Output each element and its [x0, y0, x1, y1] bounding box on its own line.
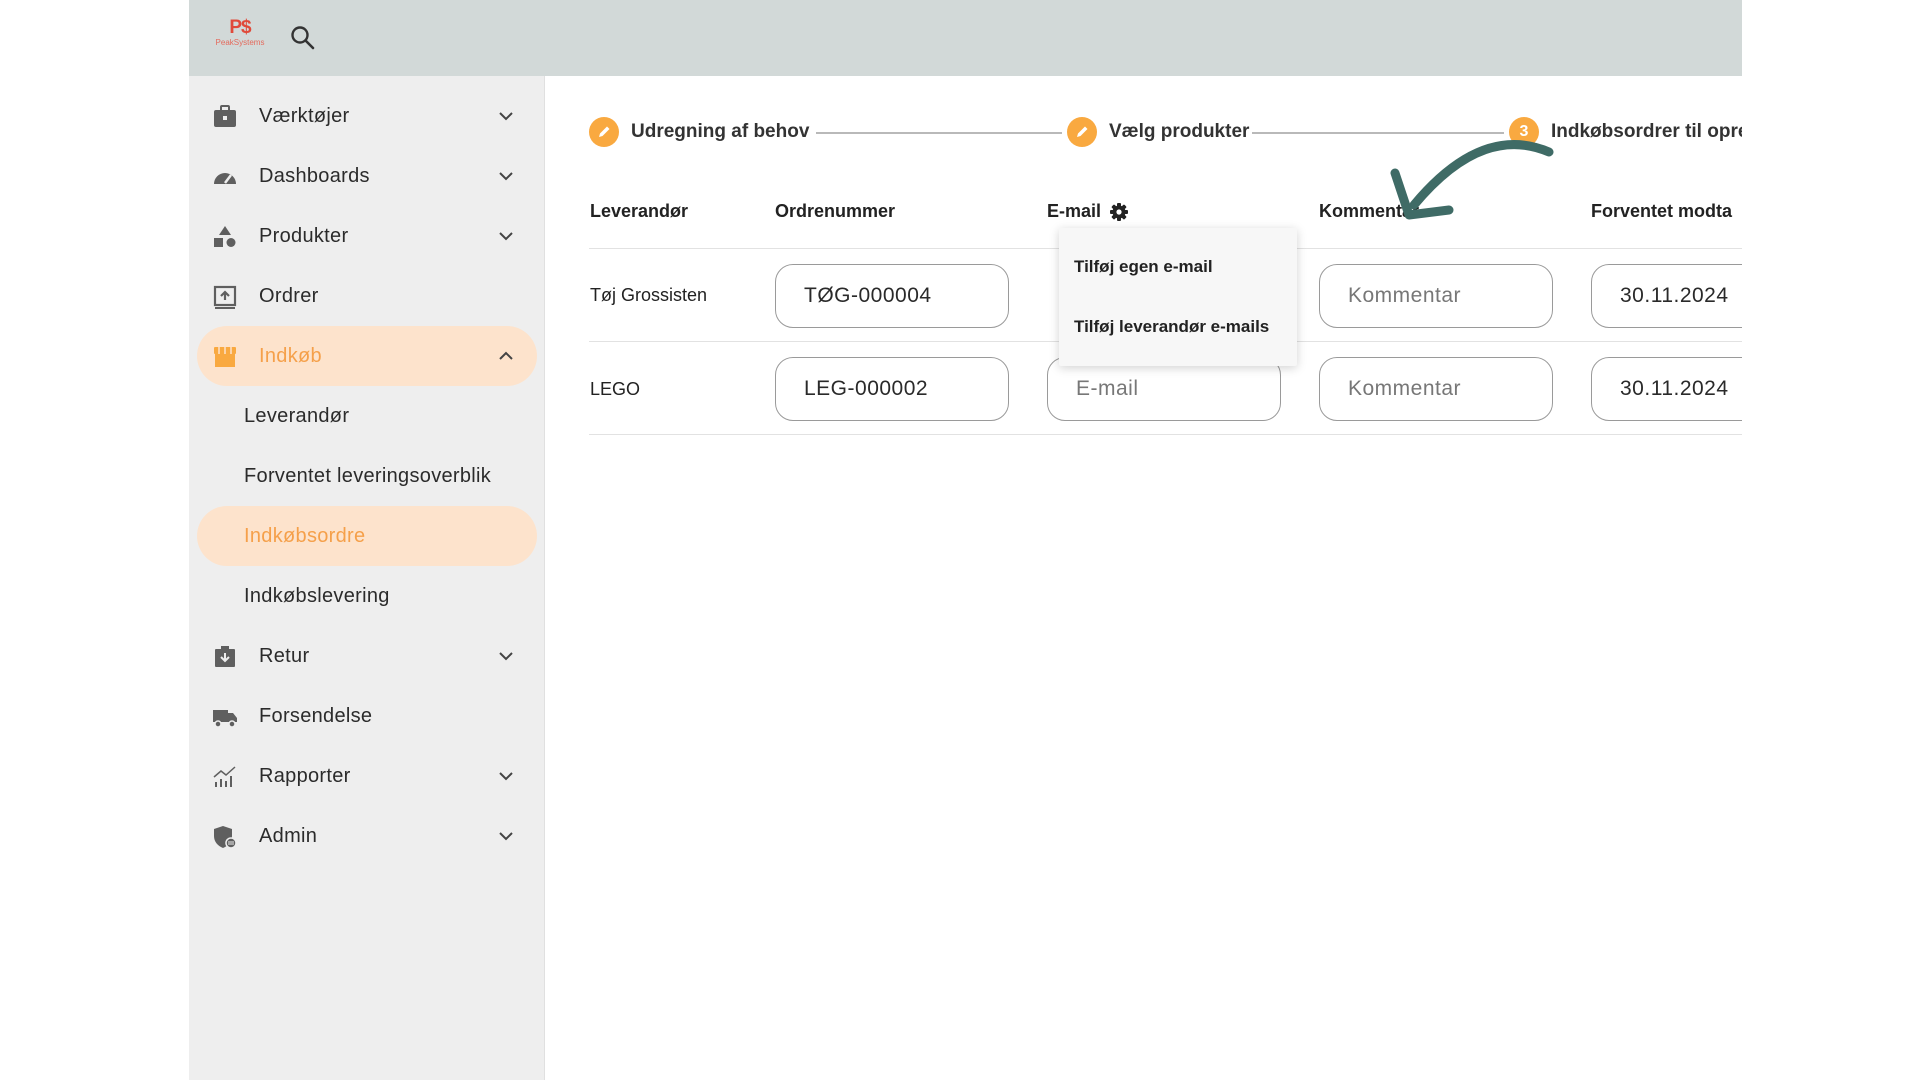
- app-window: P$ PeakSystems Værktøjer Dashboards Prod…: [189, 0, 1742, 1080]
- sidebar-item-rapporter[interactable]: Rapporter: [197, 746, 537, 806]
- column-header-ordrenummer: Ordrenummer: [775, 201, 896, 221]
- sidebar-subitem-indkobsordre[interactable]: Indkøbsordre: [197, 506, 537, 566]
- gear-icon[interactable]: [1109, 202, 1129, 222]
- sidebar-item-label: Indkøb: [259, 345, 322, 367]
- logo-mark: P$: [229, 17, 251, 38]
- sidebar-item-label: Dashboards: [259, 165, 370, 187]
- sidebar-subitem-label: Leverandør: [244, 405, 350, 427]
- chevron-up-icon: [499, 351, 513, 360]
- cell-supplier: Tøj Grossisten: [590, 285, 708, 305]
- sidebar: Værktøjer Dashboards Produkter Ordrer In…: [189, 76, 545, 1080]
- sidebar-item-label: Produkter: [259, 225, 349, 247]
- step-label: Indkøbsordrer til opret: [1551, 121, 1742, 142]
- sidebar-item-label: Admin: [259, 825, 318, 847]
- step-label: Vælg produkter: [1109, 121, 1250, 142]
- step-vaelg-produkter[interactable]: Vælg produkter: [1067, 117, 1249, 147]
- chevron-down-icon: [499, 772, 513, 781]
- comment-input[interactable]: [1319, 357, 1553, 421]
- return-box-icon: [215, 646, 235, 667]
- shield-icon: [214, 826, 237, 849]
- chevron-down-icon: [499, 652, 513, 661]
- column-header-email: E-mail: [1047, 201, 1102, 221]
- sidebar-item-label: Værktøjer: [259, 105, 350, 127]
- menu-item-add-supplier-emails[interactable]: Tilføj leverandør e-mails: [1059, 299, 1297, 355]
- expected-date-input[interactable]: [1591, 357, 1742, 421]
- sidebar-item-label: Forsendelse: [259, 705, 373, 727]
- chevron-down-icon: [499, 172, 513, 181]
- expected-date-input[interactable]: [1591, 264, 1742, 328]
- top-bar: P$ PeakSystems: [189, 0, 1742, 76]
- chevron-down-icon: [499, 232, 513, 241]
- sidebar-subitem-leverandor[interactable]: Leverandør: [197, 386, 537, 446]
- step-udregning-af-behov[interactable]: Udregning af behov: [589, 117, 809, 147]
- toolbox-icon: [214, 105, 236, 127]
- truck-icon: [213, 710, 237, 728]
- pencil-icon: [589, 117, 619, 147]
- annotation-arrow-icon: [1390, 140, 1554, 220]
- shapes-icon: [214, 226, 236, 247]
- column-header-forventet-modta: Forventet modta: [1591, 201, 1733, 221]
- sidebar-item-admin[interactable]: Admin: [197, 806, 537, 866]
- menu-item-add-own-email[interactable]: Tilføj egen e-mail: [1059, 239, 1297, 295]
- search-icon[interactable]: [289, 24, 317, 52]
- sidebar-item-retur[interactable]: Retur: [197, 626, 537, 686]
- pencil-icon: [1067, 117, 1097, 147]
- step-label: Udregning af behov: [631, 121, 810, 142]
- column-header-leverandor: Leverandør: [590, 201, 689, 221]
- comment-input[interactable]: [1319, 264, 1553, 328]
- email-options-menu: Tilføj egen e-mail Tilføj leverandør e-m…: [1059, 228, 1297, 366]
- sidebar-item-ordrer[interactable]: Ordrer: [197, 266, 537, 326]
- order-icon: [213, 285, 237, 309]
- order-number-input[interactable]: [775, 357, 1009, 421]
- store-icon: [214, 347, 236, 367]
- sidebar-item-indkob[interactable]: Indkøb: [197, 326, 537, 386]
- sidebar-item-dashboards[interactable]: Dashboards: [197, 146, 537, 206]
- chevron-down-icon: [499, 832, 513, 841]
- sidebar-item-label: Ordrer: [259, 285, 319, 307]
- chart-icon: [213, 766, 236, 787]
- sidebar-item-vaerktojer[interactable]: Værktøjer: [197, 86, 537, 146]
- logo[interactable]: P$ PeakSystems: [207, 18, 273, 54]
- sidebar-item-label: Retur: [259, 645, 310, 667]
- main-content: Udregning af behov Vælg produkter 3 Indk…: [546, 76, 1742, 1080]
- order-number-input[interactable]: [775, 264, 1009, 328]
- row-divider: [589, 434, 1742, 435]
- cell-supplier: LEGO: [590, 379, 641, 399]
- logo-text: PeakSystems: [215, 38, 265, 47]
- sidebar-subitem-label: Forventet leveringsoverblik: [244, 465, 492, 487]
- chevron-down-icon: [499, 112, 513, 121]
- sidebar-subitem-indkobslevering[interactable]: Indkøbslevering: [197, 566, 537, 626]
- step-connector: [816, 132, 1062, 134]
- sidebar-subitem-label: Indkøbsordre: [244, 525, 366, 547]
- sidebar-subitem-label: Indkøbslevering: [244, 585, 390, 607]
- sidebar-subitem-forventet-leveringsoverblik[interactable]: Forventet leveringsoverblik: [197, 446, 537, 506]
- sidebar-item-produkter[interactable]: Produkter: [197, 206, 537, 266]
- sidebar-item-label: Rapporter: [259, 765, 351, 787]
- sidebar-item-forsendelse[interactable]: Forsendelse: [197, 686, 537, 746]
- email-input[interactable]: [1047, 357, 1281, 421]
- gauge-icon: [214, 173, 236, 184]
